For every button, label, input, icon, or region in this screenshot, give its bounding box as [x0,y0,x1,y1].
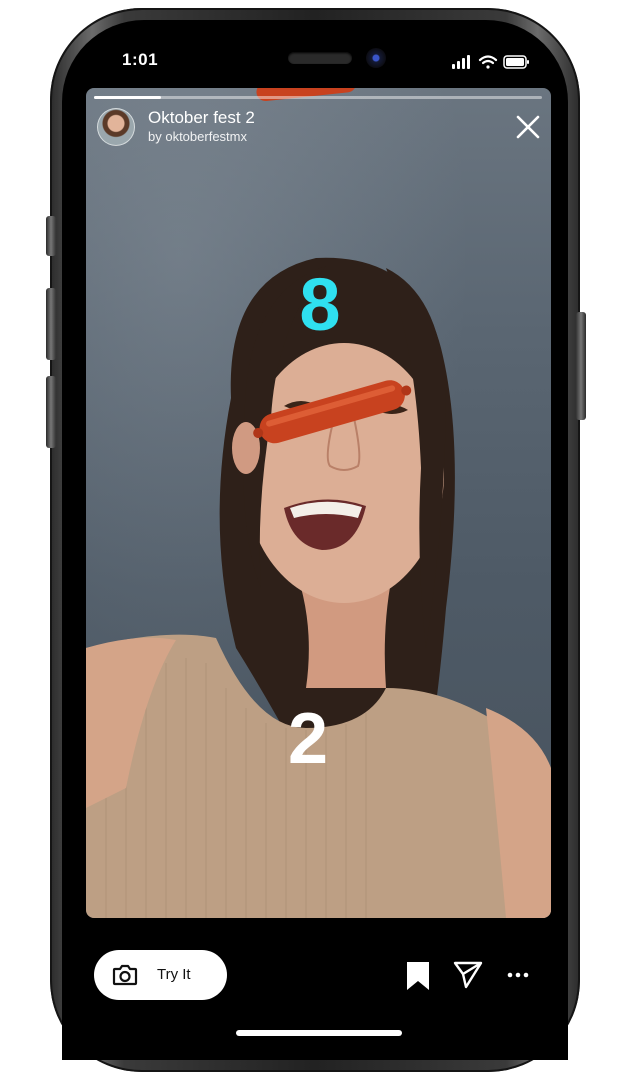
effect-author[interactable]: by oktoberfestmx [148,129,247,144]
earpiece-speaker [288,52,352,64]
send-icon[interactable] [452,960,484,990]
volume-down-button [46,376,56,448]
wifi-icon [478,55,498,69]
power-button [576,312,586,420]
effect-title[interactable]: Oktober fest 2 [148,108,255,128]
story-progress-fill [94,96,162,99]
story-view[interactable] [86,88,551,918]
mute-switch [46,216,56,256]
bookmark-icon[interactable] [404,960,432,992]
score-top: 8 [299,263,341,346]
camera-icon [112,964,138,986]
story-scene [86,88,551,918]
front-camera [366,48,386,68]
close-icon[interactable] [512,111,544,143]
status-icons [452,55,529,69]
more-icon[interactable] [505,966,531,984]
avatar[interactable] [97,108,135,146]
score-bottom: 2 [287,699,329,779]
try-it-label: Try It [157,966,191,983]
home-indicator[interactable] [236,1030,402,1036]
signal-icon [452,55,470,69]
try-it-button[interactable]: Try It [94,950,227,1000]
notch [186,20,448,82]
battery-icon [503,55,529,69]
status-time: 1:01 [122,50,159,69]
volume-up-button [46,288,56,360]
story-progress-bar [94,96,542,99]
falling-sausage [256,88,357,102]
